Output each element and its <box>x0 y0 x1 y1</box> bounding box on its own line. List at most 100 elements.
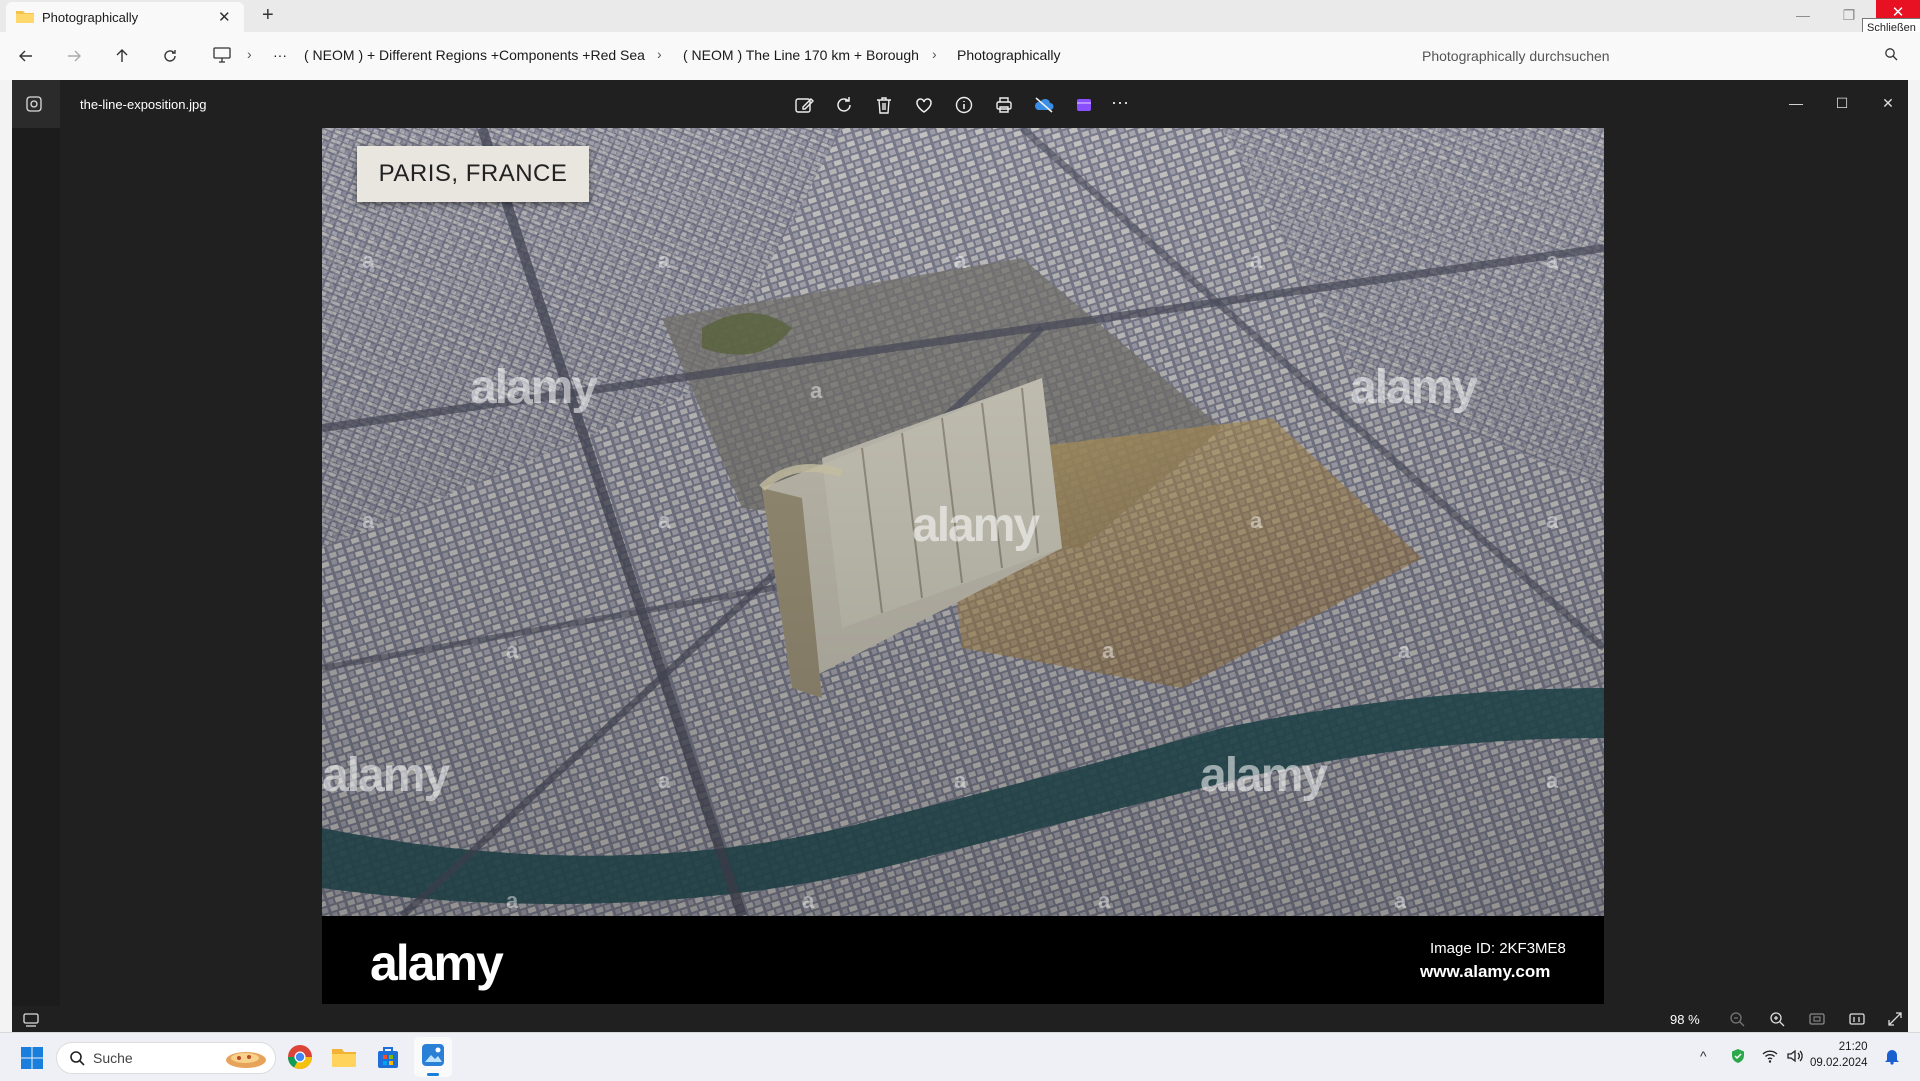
onedrive-icon[interactable] <box>1033 94 1055 116</box>
new-tab-button[interactable]: + <box>262 4 274 27</box>
watermark-mark: a <box>1098 888 1111 913</box>
viewer-minimize-button[interactable]: — <box>1776 90 1816 116</box>
viewer-status-bar: 98 % <box>12 1006 1908 1032</box>
watermark-mark: a <box>362 508 375 533</box>
filmstrip-icon[interactable] <box>22 1010 40 1028</box>
zoom-out-icon[interactable] <box>1728 1010 1746 1028</box>
watermark-mark: a <box>1394 888 1407 913</box>
minimize-button[interactable]: — <box>1780 2 1826 28</box>
rotate-icon[interactable] <box>833 94 855 116</box>
watermark-mark: a <box>506 638 519 663</box>
fit-to-window-icon[interactable] <box>1808 1010 1826 1028</box>
file-explorer-icon[interactable] <box>328 1041 360 1073</box>
chevron-right-icon: › <box>657 46 662 62</box>
photos-taskbar-button[interactable] <box>414 1037 452 1077</box>
search-icon <box>70 1051 85 1066</box>
fullscreen-icon[interactable] <box>1886 1010 1904 1028</box>
edit-icon[interactable] <box>793 94 815 116</box>
search-box[interactable]: Photographically durchsuchen <box>1410 40 1906 72</box>
windows-start-icon[interactable] <box>20 1046 44 1070</box>
arrow-right-icon <box>68 50 81 62</box>
photos-app-button[interactable] <box>12 80 60 128</box>
alamy-logo: alamy <box>370 935 504 991</box>
viewer-left-strip <box>12 128 60 1006</box>
breadcrumb-overflow[interactable]: ··· <box>273 47 287 63</box>
watermark-mark: a <box>1250 248 1263 273</box>
active-app-indicator <box>427 1073 439 1076</box>
image-id-label: Image ID: 2KF3ME8 <box>1430 940 1566 957</box>
viewer-close-button[interactable]: ✕ <box>1868 90 1908 116</box>
favorite-icon[interactable] <box>913 94 935 116</box>
watermark-mark: a <box>362 248 375 273</box>
actual-size-icon[interactable] <box>1848 1010 1866 1028</box>
watermark-mark: a <box>954 768 967 793</box>
photos-app-icon <box>26 96 42 112</box>
watermark-mark: a <box>810 378 823 403</box>
watermark-mark: a <box>954 248 967 273</box>
watermark-mark: a <box>506 888 519 913</box>
wifi-icon[interactable] <box>1762 1048 1778 1064</box>
location-sign-text: PARIS, FRANCE <box>378 160 568 187</box>
file-name: the-line-exposition.jpg <box>80 97 207 112</box>
location-sign: PARIS, FRANCE <box>357 146 589 202</box>
address-bar-row: › ··· ( NEOM ) + Different Regions +Comp… <box>0 32 1920 80</box>
more-icon[interactable]: ··· <box>1111 92 1129 113</box>
search-input[interactable]: Photographically durchsuchen <box>1422 48 1610 64</box>
clock-time: 21:20 <box>1838 1041 1868 1053</box>
watermark-mark: a <box>1546 768 1559 793</box>
refresh-icon <box>164 50 176 62</box>
viewer-title-bar: the-line-exposition.jpg ··· — ☐ ✕ <box>12 80 1908 128</box>
folder-icon <box>16 11 34 23</box>
print-icon[interactable] <box>993 94 1015 116</box>
photo-image: PARIS, FRANCE alamy alamy alamy alamy al… <box>322 128 1604 916</box>
breadcrumb-item[interactable]: ( NEOM ) + Different Regions +Components… <box>304 47 645 63</box>
chevron-up-icon[interactable]: ^ <box>1700 1048 1707 1064</box>
watermark-mark: a <box>658 768 671 793</box>
breadcrumb-item[interactable]: Photographically <box>957 47 1061 63</box>
notification-bell-icon[interactable] <box>1884 1047 1900 1065</box>
volume-icon[interactable] <box>1786 1048 1804 1064</box>
tab-close-button[interactable]: ✕ <box>218 8 231 26</box>
tab-title: Photographically <box>42 10 139 25</box>
zoom-level: 98 % <box>1670 1012 1700 1027</box>
watermark-mark: a <box>1102 638 1115 663</box>
chrome-icon[interactable] <box>284 1041 316 1073</box>
watermark-mark: a <box>658 248 671 273</box>
photos-viewer-window: the-line-exposition.jpg ··· — ☐ ✕ PARIS,… <box>12 80 1908 1032</box>
delete-icon[interactable] <box>873 94 895 116</box>
back-button[interactable] <box>12 42 40 70</box>
refresh-button[interactable] <box>156 42 184 70</box>
search-icon <box>1885 48 1898 61</box>
photos-app-icon <box>422 1044 444 1066</box>
clipchamp-icon[interactable] <box>1073 94 1095 116</box>
watermark-mark: a <box>1398 638 1411 663</box>
watermark: alamy <box>322 749 450 802</box>
explorer-tab[interactable]: Photographically ✕ <box>6 2 244 32</box>
photo-footer-banner: alamy Image ID: 2KF3ME8 www.alamy.com <box>322 916 1604 1004</box>
watermark-mark: a <box>802 888 815 913</box>
taskbar-search-label: Suche <box>93 1050 133 1066</box>
breadcrumb-item[interactable]: ( NEOM ) The Line 170 km + Borough <box>683 47 919 63</box>
arrow-up-icon <box>116 49 128 62</box>
up-button[interactable] <box>108 42 136 70</box>
forward-button[interactable] <box>60 42 88 70</box>
watermark: alamy <box>1350 361 1478 414</box>
microsoft-store-icon[interactable] <box>372 1041 404 1073</box>
clock-date: 09.02.2024 <box>1810 1057 1868 1069</box>
viewer-maximize-button[interactable]: ☐ <box>1822 90 1862 116</box>
watermark-mark: a <box>1546 508 1559 533</box>
image-source-url: www.alamy.com <box>1420 962 1551 981</box>
security-icon[interactable] <box>1730 1048 1746 1064</box>
explorer-tab-strip: Photographically ✕ + — ❐ ✕ Schließen <box>0 0 1920 38</box>
zoom-in-icon[interactable] <box>1768 1010 1786 1028</box>
watermark-mark: a <box>1250 508 1263 533</box>
info-icon[interactable] <box>953 94 975 116</box>
taskbar-search[interactable]: Suche <box>56 1042 276 1074</box>
system-clock[interactable]: 21:20 09.02.2024 <box>1810 1039 1868 1071</box>
watermark: alamy <box>1200 749 1328 802</box>
breadcrumb[interactable]: › ··· ( NEOM ) + Different Regions +Comp… <box>205 32 1400 80</box>
watermark-mark: a <box>1546 248 1559 273</box>
chevron-right-icon: › <box>932 46 937 62</box>
search-highlight-icon <box>226 1052 266 1068</box>
this-pc-icon <box>213 47 231 63</box>
